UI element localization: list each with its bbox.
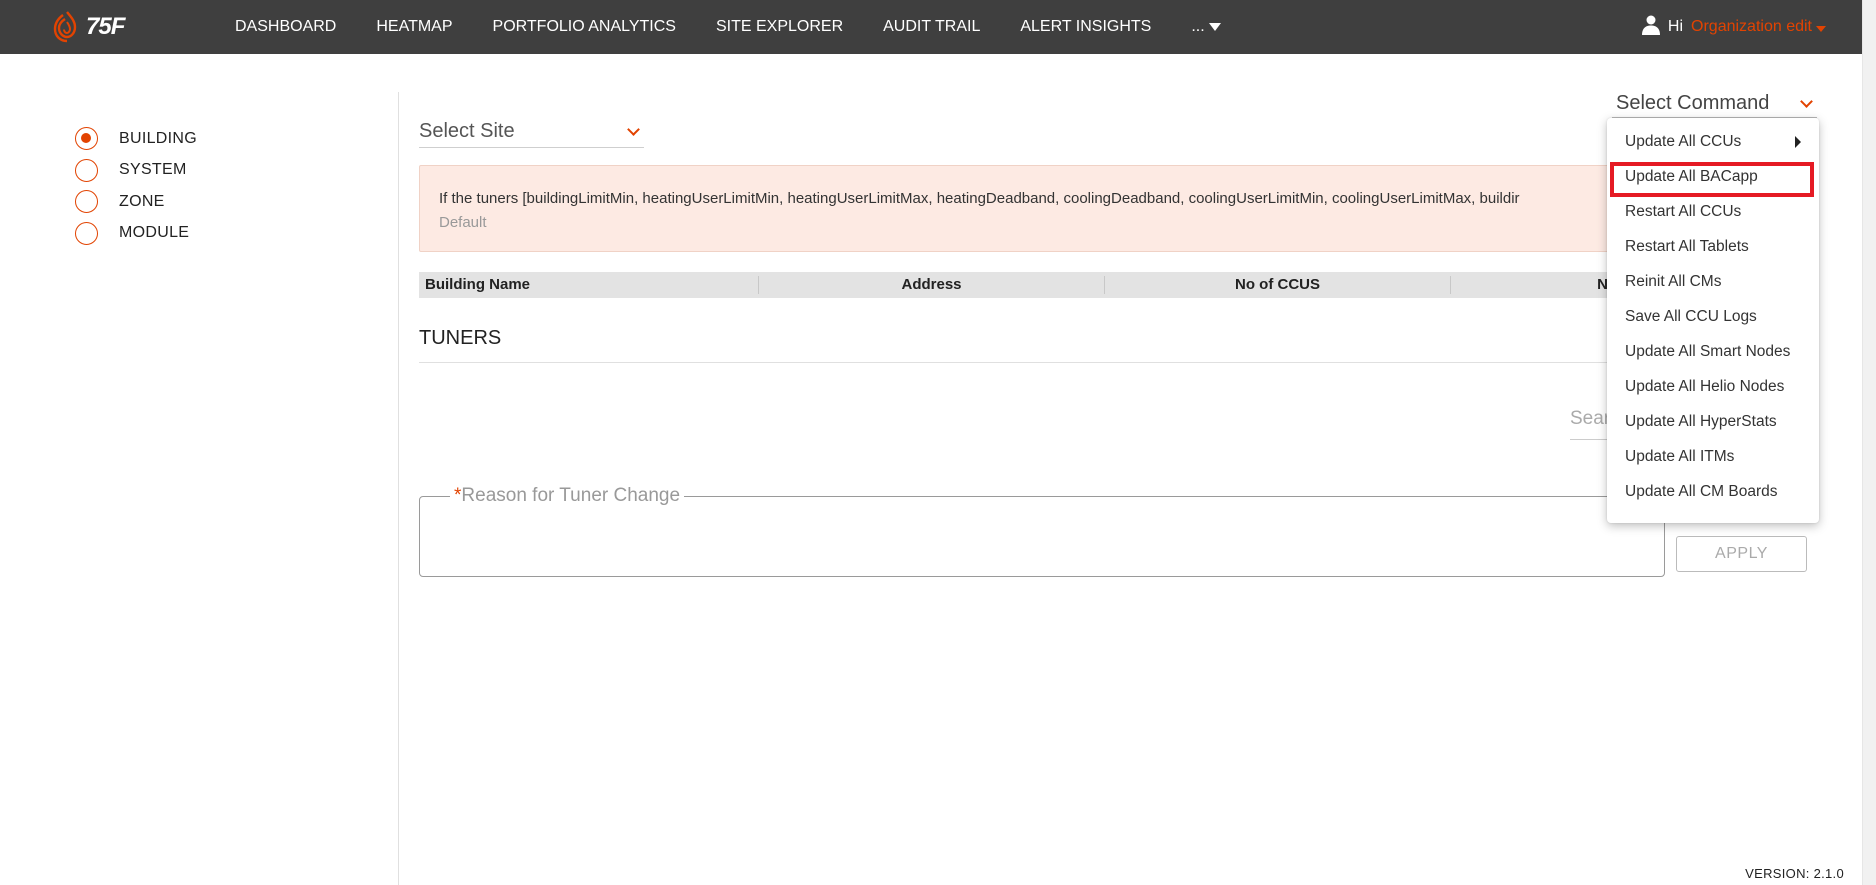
menu-item-restart-all-ccus[interactable]: Restart All CCUs bbox=[1607, 197, 1819, 232]
nav-portfolio-analytics[interactable]: PORTFOLIO ANALYTICS bbox=[493, 18, 676, 36]
caret-down-icon bbox=[1208, 23, 1221, 31]
alert-message: If the tuners [buildingLimitMin, heating… bbox=[439, 190, 1520, 207]
nav-more-label: ... bbox=[1191, 18, 1205, 35]
chevron-down-icon bbox=[627, 122, 640, 136]
apply-button[interactable]: APPLY bbox=[1676, 536, 1807, 572]
radio-button[interactable] bbox=[75, 221, 98, 245]
menu-item-update-all-smart-nodes[interactable]: Update All Smart Nodes bbox=[1607, 337, 1819, 372]
tuner-search[interactable] bbox=[1570, 408, 1610, 440]
flame-logo-icon bbox=[53, 11, 77, 43]
radio-button-checked[interactable] bbox=[75, 127, 98, 151]
radio-building[interactable]: BUILDING bbox=[75, 123, 197, 155]
radio-label: MODULE bbox=[119, 224, 190, 242]
user-icon bbox=[1641, 15, 1660, 40]
main-nav: DASHBOARD HEATMAP PORTFOLIO ANALYTICS SI… bbox=[235, 0, 1261, 54]
level-radio-group: BUILDING SYSTEM ZONE MODULE bbox=[75, 123, 197, 249]
tuner-warning-alert: If the tuners [buildingLimitMin, heating… bbox=[419, 165, 1609, 252]
user-menu[interactable]: Hi Organization edit bbox=[1641, 0, 1826, 54]
nav-alert-insights[interactable]: ALERT INSIGHTS bbox=[1020, 18, 1151, 36]
menu-item-restart-all-tablets[interactable]: Restart All Tablets bbox=[1607, 232, 1819, 267]
menu-item-update-all-hyperstats[interactable]: Update All HyperStats bbox=[1607, 407, 1819, 442]
menu-item-label: Update All CCUs bbox=[1625, 133, 1742, 150]
nav-more-menu[interactable]: ... bbox=[1191, 18, 1221, 36]
radio-button[interactable] bbox=[75, 190, 98, 214]
radio-system[interactable]: SYSTEM bbox=[75, 155, 197, 187]
column-header-partial[interactable]: N bbox=[1451, 272, 1608, 298]
organization-dropdown[interactable]: Organization edit bbox=[1691, 18, 1826, 36]
logo-text: 75F bbox=[86, 13, 125, 40]
building-table-header: Building Name Address No of CCUS N bbox=[419, 272, 1609, 298]
tuners-divider bbox=[419, 362, 1609, 363]
tuners-heading: TUNERS bbox=[419, 327, 502, 349]
reason-textarea[interactable] bbox=[430, 511, 1650, 569]
menu-item-update-all-itms[interactable]: Update All ITMs bbox=[1607, 442, 1819, 477]
menu-item-save-all-ccu-logs[interactable]: Save All CCU Logs bbox=[1607, 302, 1819, 337]
radio-button[interactable] bbox=[75, 158, 98, 182]
caret-down-icon bbox=[1816, 26, 1826, 32]
select-command-dropdown[interactable]: Select Command bbox=[1612, 90, 1817, 118]
menu-item-update-all-helio-nodes[interactable]: Update All Helio Nodes bbox=[1607, 372, 1819, 407]
column-header-address[interactable]: Address bbox=[759, 272, 1104, 298]
column-header-building-name[interactable]: Building Name bbox=[419, 272, 758, 298]
command-menu: Update All CCUs Update All BACapp Restar… bbox=[1607, 118, 1819, 523]
nav-audit-trail[interactable]: AUDIT TRAIL bbox=[883, 18, 980, 36]
nav-heatmap[interactable]: HEATMAP bbox=[376, 18, 452, 36]
select-site-placeholder: Select Site bbox=[419, 119, 515, 142]
menu-item-update-all-bacapp[interactable]: Update All BACapp bbox=[1610, 162, 1814, 197]
greeting: Hi bbox=[1667, 18, 1684, 35]
radio-module[interactable]: MODULE bbox=[75, 218, 197, 250]
menu-item-reinit-all-cms[interactable]: Reinit All CMs bbox=[1607, 267, 1819, 302]
logo[interactable]: 75F bbox=[52, 10, 125, 44]
column-header-no-of-ccus[interactable]: No of CCUS bbox=[1105, 272, 1450, 298]
caret-right-icon bbox=[1795, 136, 1801, 148]
menu-item-update-all-cm-boards[interactable]: Update All CM Boards bbox=[1607, 477, 1819, 512]
nav-dashboard[interactable]: DASHBOARD bbox=[235, 18, 336, 36]
radio-label: ZONE bbox=[119, 192, 165, 210]
reason-field[interactable]: *Reason for Tuner Change bbox=[419, 485, 1665, 577]
select-command-placeholder: Select Command bbox=[1616, 92, 1770, 114]
reason-label: *Reason for Tuner Change bbox=[450, 485, 685, 507]
alert-subtext: Default bbox=[439, 214, 487, 231]
radio-label: SYSTEM bbox=[119, 161, 187, 179]
tuner-search-input[interactable] bbox=[1570, 408, 1610, 430]
organization-name: Organization edit bbox=[1691, 18, 1812, 35]
radio-zone[interactable]: ZONE bbox=[75, 186, 197, 218]
nav-site-explorer[interactable]: SITE EXPLORER bbox=[716, 18, 843, 36]
menu-item-update-all-ccus[interactable]: Update All CCUs bbox=[1607, 127, 1819, 162]
reason-label-text: Reason for Tuner Change bbox=[461, 485, 681, 506]
top-navbar: 75F DASHBOARD HEATMAP PORTFOLIO ANALYTIC… bbox=[0, 0, 1862, 54]
radio-label: BUILDING bbox=[119, 129, 197, 147]
version-label: VERSION: 2.1.0 bbox=[1745, 866, 1844, 881]
vertical-divider bbox=[398, 92, 399, 885]
select-site-dropdown[interactable]: Select Site bbox=[419, 115, 644, 148]
page-scrollbar[interactable] bbox=[1862, 0, 1876, 885]
chevron-down-icon bbox=[1800, 95, 1813, 108]
